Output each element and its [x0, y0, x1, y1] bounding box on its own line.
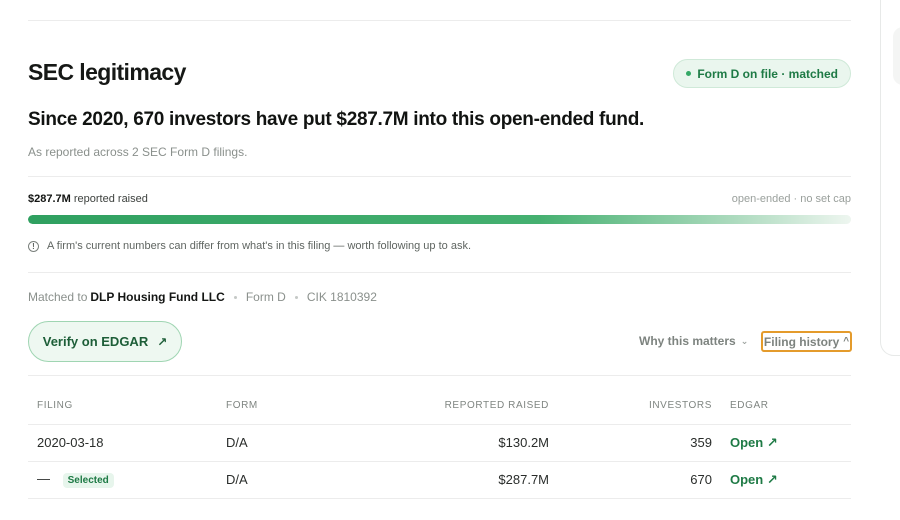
separator-dot	[294, 295, 298, 299]
arrow-up-right-icon: ↗	[766, 471, 778, 487]
separator-dot	[233, 295, 237, 299]
raised-caption: reported raised	[73, 193, 148, 205]
edgar-open-link[interactable]: Open ↗	[721, 424, 851, 462]
selected-badge: Selected	[62, 473, 114, 488]
matched-entity-name: DLP Housing Fund LLC	[90, 290, 225, 304]
raised-progress-fill	[28, 215, 851, 224]
table-header-row: FILING FORM REPORTED RAISED INVESTORS ED…	[28, 388, 851, 425]
match-prefix: Matched to	[28, 290, 88, 304]
open-link-label[interactable]: Open	[730, 472, 763, 487]
disclaimer: ! A firm's current numbers can differ fr…	[28, 240, 471, 252]
form-d-status-badge: Form D on file · matched	[673, 59, 851, 88]
chevron-down-icon: ⌄	[740, 335, 749, 346]
cap-note: open-ended · no set cap	[731, 193, 851, 205]
form-type: D/A	[217, 461, 397, 499]
match-cik: CIK 1810392	[306, 290, 377, 304]
filing-date-value: —	[37, 471, 50, 486]
column-header-form: FORM	[217, 388, 397, 425]
disclaimer-text: A firm's current numbers can differ from…	[47, 240, 471, 252]
raised-progress-bar	[28, 215, 851, 224]
badge-label: Form D on file · matched	[697, 66, 838, 81]
why-this-matters-toggle[interactable]: Why this matters ⌄	[639, 334, 748, 348]
status-dot-icon	[686, 71, 692, 76]
match-row: Matched to DLP Housing Fund LLC Form D C…	[28, 290, 377, 304]
why-label: Why this matters	[639, 334, 736, 348]
filing-date: 2020-03-18	[28, 424, 217, 462]
table-row: 2020-03-18 D/A $130.2M 359 Open ↗	[28, 424, 851, 462]
divider	[28, 375, 851, 376]
side-panel-tab[interactable]	[893, 27, 900, 85]
match-form: Form D	[245, 290, 286, 304]
summary-subline: As reported across 2 SEC Form D filings.	[28, 145, 248, 159]
summary-headline: Since 2020, 670 investors have put $287.…	[28, 109, 644, 130]
form-type: D/A	[217, 424, 397, 462]
column-header-investors: INVESTORS	[558, 388, 721, 425]
top-divider	[28, 20, 851, 21]
arrow-up-right-icon: ↗	[766, 434, 778, 450]
divider	[28, 272, 851, 273]
section-title: SEC legitimacy	[28, 59, 186, 85]
reported-raised: $287.7M	[397, 461, 558, 499]
verify-on-edgar-button[interactable]: Verify on EDGAR ↗	[28, 321, 182, 362]
reported-raised: $130.2M	[397, 424, 558, 462]
edgar-open-link[interactable]: Open ↗	[721, 461, 851, 499]
verify-label: Verify on EDGAR	[42, 334, 149, 349]
column-header-edgar: EDGAR	[721, 388, 851, 425]
divider	[28, 176, 851, 177]
table-row: — Selected D/A $287.7M 670 Open ↗	[28, 461, 851, 499]
filing-history-table: FILING FORM REPORTED RAISED INVESTORS ED…	[28, 388, 851, 499]
raised-amount: $287.7M	[28, 193, 71, 205]
column-header-reported-raised: REPORTED RAISED	[397, 388, 558, 425]
investors-count: 670	[558, 461, 721, 499]
arrow-up-right-icon: ↗	[157, 334, 168, 349]
filing-date: — Selected	[28, 461, 217, 499]
filing-history-toggle[interactable]: Filing history ^	[761, 331, 852, 352]
open-link-label[interactable]: Open	[730, 435, 763, 450]
chevron-up-icon: ^	[843, 336, 850, 347]
info-icon: !	[28, 240, 39, 252]
column-header-filing: FILING	[28, 388, 217, 425]
history-label: Filing history	[763, 334, 840, 349]
raised-label: $287.7M reported raised	[28, 193, 148, 205]
investors-count: 359	[558, 424, 721, 462]
